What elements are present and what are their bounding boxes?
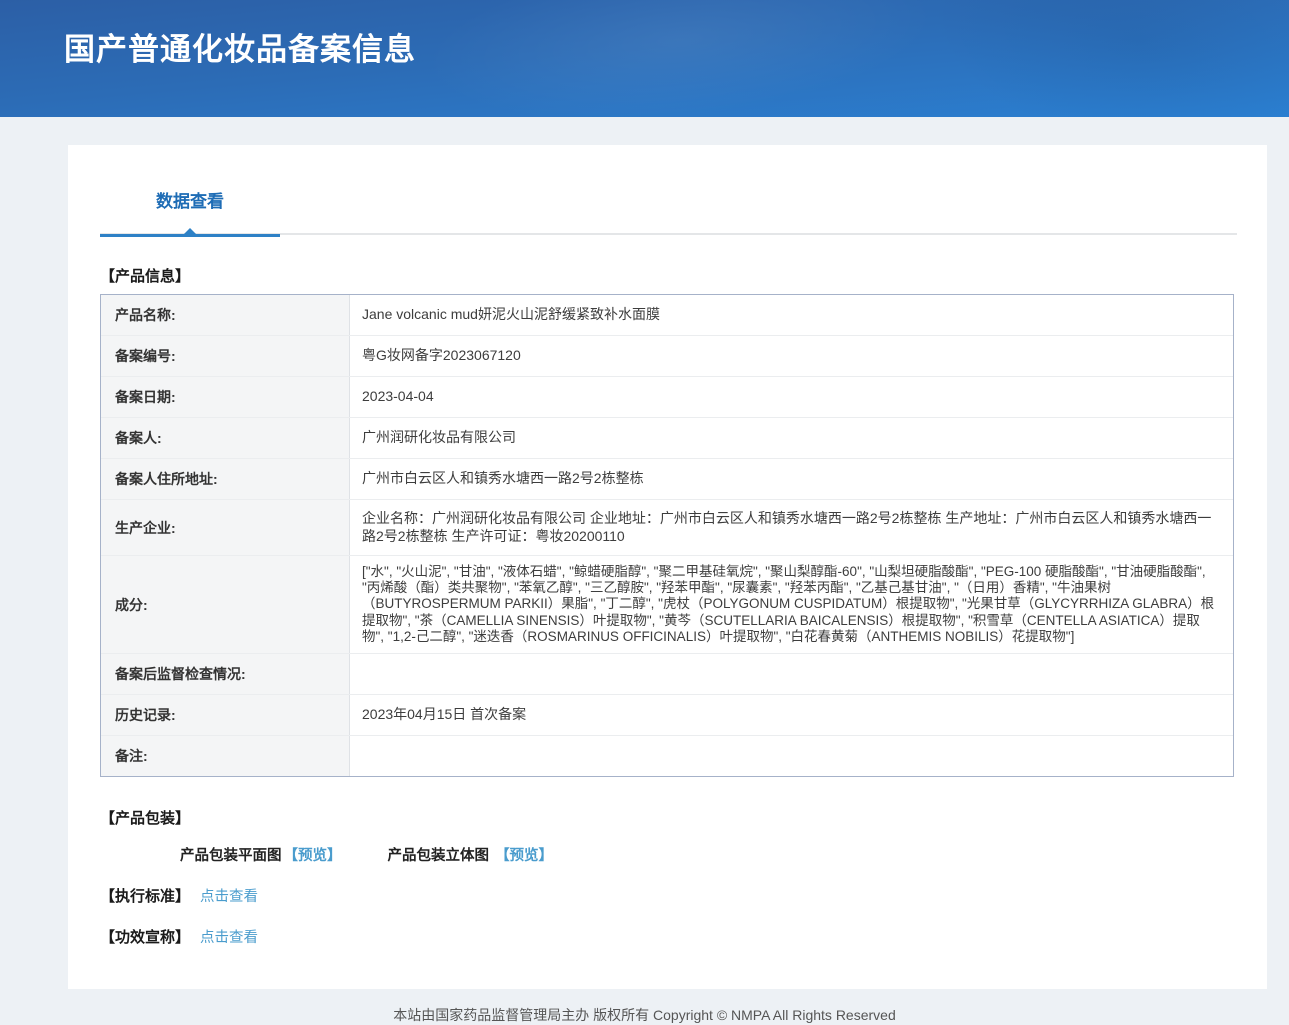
row-label: 历史记录: (101, 695, 350, 735)
row-value: 2023-04-04 (350, 377, 1233, 417)
tab-active-underline (100, 234, 280, 237)
table-row-product-name: 产品名称: Jane volcanic mud妍泥火山泥舒缓紧致补水面膜 (101, 295, 1233, 336)
table-row-registrant-address: 备案人住所地址: 广州市白云区人和镇秀水塘西一路2号2栋整栋 (101, 459, 1233, 500)
packaging-stereo-item: 产品包装立体图 【预览】 (388, 844, 554, 865)
packaging-flat-label: 产品包装平面图 (180, 848, 282, 864)
section-title-product-info: 【产品信息】 (100, 265, 1237, 286)
section-title-standard: 【执行标准】 (100, 888, 190, 905)
packaging-row: 产品包装平面图【预览】 产品包装立体图 【预览】 (100, 844, 1237, 865)
content-card: 数据查看 【产品信息】 产品名称: Jane volcanic mud妍泥火山泥… (68, 145, 1267, 989)
row-label: 备注: (101, 736, 350, 776)
tab-triangle-icon (182, 228, 198, 236)
row-value: 2023年04月15日 首次备案 (350, 695, 1233, 735)
row-label: 备案人: (101, 418, 350, 458)
row-label: 备案人住所地址: (101, 459, 350, 499)
row-value (350, 736, 1233, 776)
table-row-registration-number: 备案编号: 粤G妆网备字2023067120 (101, 336, 1233, 377)
row-value (350, 654, 1233, 694)
page-title: 国产普通化妆品备案信息 (0, 0, 1289, 69)
row-label: 备案编号: (101, 336, 350, 376)
page-header: 国产普通化妆品备案信息 (0, 0, 1289, 117)
packaging-flat-preview-link[interactable]: 【预览】 (284, 848, 342, 864)
packaging-stereo-preview-link[interactable]: 【预览】 (495, 848, 553, 864)
standard-row: 【执行标准】点击查看 (100, 885, 1237, 906)
product-info-table: 产品名称: Jane volcanic mud妍泥火山泥舒缓紧致补水面膜 备案编… (100, 294, 1234, 777)
table-row-manufacturer: 生产企业: 企业名称：广州润研化妆品有限公司 企业地址：广州市白云区人和镇秀水塘… (101, 500, 1233, 556)
section-title-packaging: 【产品包装】 (100, 807, 1237, 828)
row-value: 广州市白云区人和镇秀水塘西一路2号2栋整栋 (350, 459, 1233, 499)
section-title-efficacy: 【功效宣称】 (100, 929, 190, 946)
row-value: Jane volcanic mud妍泥火山泥舒缓紧致补水面膜 (350, 295, 1233, 335)
table-row-history: 历史记录: 2023年04月15日 首次备案 (101, 695, 1233, 736)
packaging-stereo-label: 产品包装立体图 (388, 848, 490, 864)
row-label: 备案日期: (101, 377, 350, 417)
tab-data-view-label: 数据查看 (156, 192, 224, 211)
row-value: ["水", "火山泥", "甘油", "液体石蜡", "鲸蜡硬脂醇", "聚二甲… (350, 556, 1233, 653)
table-row-ingredients: 成分: ["水", "火山泥", "甘油", "液体石蜡", "鲸蜡硬脂醇", … (101, 556, 1233, 654)
row-value: 广州润研化妆品有限公司 (350, 418, 1233, 458)
tab-data-view[interactable]: 数据查看 (100, 175, 280, 235)
efficacy-view-link[interactable]: 点击查看 (200, 930, 258, 946)
row-label: 生产企业: (101, 500, 350, 555)
standard-view-link[interactable]: 点击查看 (200, 889, 258, 905)
row-label: 产品名称: (101, 295, 350, 335)
tab-bar: 数据查看 (100, 175, 1237, 235)
efficacy-row: 【功效宣称】点击查看 (100, 926, 1237, 947)
table-row-supervision: 备案后监督检查情况: (101, 654, 1233, 695)
row-label: 成分: (101, 556, 350, 653)
table-row-remarks: 备注: (101, 736, 1233, 776)
table-row-registration-date: 备案日期: 2023-04-04 (101, 377, 1233, 418)
row-value: 粤G妆网备字2023067120 (350, 336, 1233, 376)
row-label: 备案后监督检查情况: (101, 654, 350, 694)
table-row-registrant: 备案人: 广州润研化妆品有限公司 (101, 418, 1233, 459)
packaging-flat-item: 产品包装平面图【预览】 (180, 844, 342, 865)
page-footer: 本站由国家药品监督管理局主办 版权所有 Copyright © NMPA All… (0, 1005, 1289, 1025)
row-value: 企业名称：广州润研化妆品有限公司 企业地址：广州市白云区人和镇秀水塘西一路2号2… (350, 500, 1233, 555)
